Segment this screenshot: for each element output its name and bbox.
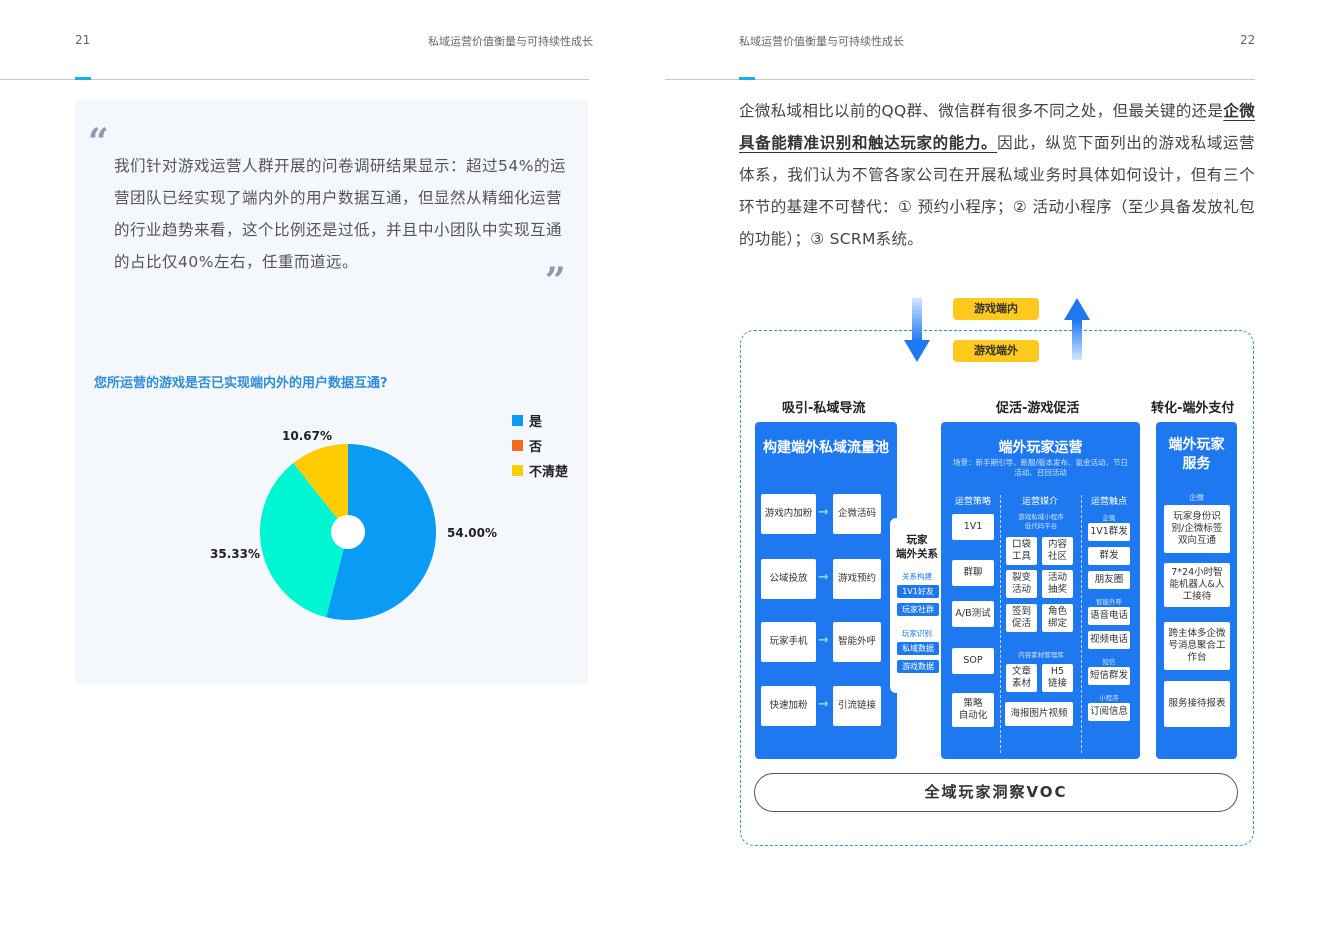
legend-label: 是: [529, 415, 543, 430]
strategy-item: 策略 自动化: [952, 693, 994, 727]
voc-banner: 全域玩家洞察VOC: [754, 773, 1238, 812]
media-item: 内容 社区: [1042, 537, 1073, 565]
legend-swatch: [512, 465, 523, 476]
pie-hole: [331, 515, 365, 549]
header-accent-left: [75, 77, 91, 80]
close-quote-icon: ”: [545, 260, 566, 302]
media-sub-library: 内容素材管理库: [1018, 651, 1064, 659]
touch-head: 运营触点: [1090, 497, 1127, 507]
right-arrow-icon: →: [818, 505, 829, 520]
running-header-left: 私域运营价值衡量与可持续性成长: [428, 35, 593, 48]
chart-legend: 是 否 不清楚: [512, 408, 568, 483]
right-arrow-icon: →: [818, 570, 829, 585]
divider: [1081, 495, 1082, 753]
media-item: H5 链接: [1042, 664, 1073, 692]
right-arrow-icon: →: [818, 697, 829, 712]
legend-label: 不清楚: [529, 465, 569, 480]
right-arrow-icon: →: [818, 633, 829, 648]
p1-source-box: 玩家手机: [761, 622, 816, 662]
page-number-right: 22: [1240, 33, 1256, 47]
col-head-activate: 促活-游戏促活: [996, 401, 1080, 416]
p1-tool-box: 引流链接: [833, 686, 881, 726]
touch-sub: 小程序: [1099, 694, 1119, 702]
down-arrow-icon: [904, 298, 930, 362]
btn-game-data: 游戏数据: [897, 660, 939, 673]
p1-tool-box: 企微活码: [833, 494, 881, 534]
relation-sub-identify: 玩家识别: [902, 629, 932, 638]
strategy-item: A/B测试: [952, 601, 994, 627]
media-head: 运营媒介: [1021, 497, 1058, 507]
btn-private-data: 私域数据: [897, 642, 939, 655]
p1-source-box: 公域投放: [761, 559, 816, 599]
media-item: 签到 促活: [1006, 604, 1037, 632]
p1-tool-box: 智能外呼: [833, 622, 881, 662]
tag-in-game: 游戏端内: [953, 298, 1039, 320]
page-number-left: 21: [75, 33, 91, 47]
panel-player-service-title: 端外玩家 服务: [1168, 437, 1225, 472]
touch-item: 订阅信息: [1088, 703, 1130, 721]
col-head-attract: 吸引-私域导流: [782, 401, 866, 416]
touch-item: 短信群发: [1088, 667, 1130, 685]
para-before: 企微私域相比以前的QQ群、微信群有很多不同之处，但最关键的还是: [739, 102, 1224, 120]
legend-swatch: [512, 415, 523, 426]
btn-player-group: 玩家社群: [897, 603, 939, 616]
strategy-head: 运营策略: [954, 497, 991, 507]
strategy-item: SOP: [952, 648, 994, 674]
media-item-poster: 海报图片视频: [1005, 702, 1073, 726]
service-item: 跨主体多企微号消息聚合工作台: [1164, 622, 1230, 670]
chart-question: 您所运营的游戏是否已实现端内外的用户数据互通?: [94, 376, 388, 391]
pie-label-yes: 54.00%: [447, 526, 497, 540]
media-item: 文章 素材: [1006, 664, 1037, 692]
legend-item-no: 否: [512, 433, 568, 458]
touch-item: 群发: [1088, 547, 1130, 565]
p1-source-box: 游戏内加粉: [761, 494, 816, 534]
strategy-item: 群聊: [952, 560, 994, 586]
body-paragraph: 企微私域相比以前的QQ群、微信群有很多不同之处，但最关键的还是企微具备能精准识别…: [739, 95, 1255, 255]
touch-item: 1V1群发: [1088, 523, 1130, 541]
running-header-right: 私域运营价值衡量与可持续性成长: [739, 35, 904, 48]
service-item: 服务接待报表: [1164, 681, 1230, 727]
legend-swatch: [512, 440, 523, 451]
pie-label-no: 35.33%: [210, 547, 260, 561]
touch-sub: 企微: [1102, 514, 1116, 522]
strategy-item: 1V1: [952, 514, 994, 540]
media-item: 裂变 活动: [1006, 570, 1037, 598]
touch-item: 朋友圈: [1088, 571, 1130, 589]
col-head-convert: 转化-端外支付: [1151, 401, 1235, 416]
legend-label: 否: [529, 440, 543, 455]
p1-source-box: 快速加粉: [761, 686, 816, 726]
pie-chart: [260, 444, 436, 620]
relation-sub-build: 关系构建: [902, 572, 932, 581]
touch-item: 语音电话: [1088, 607, 1130, 625]
pie-label-unsure: 10.67%: [282, 429, 332, 443]
panel-traffic-pool-title: 构建端外私域流量池: [763, 440, 889, 456]
legend-item-unsure: 不清楚: [512, 458, 568, 483]
quote-text: 我们针对游戏运营人群开展的问卷调研结果显示：超过54%的运营团队已经实现了端内外…: [114, 157, 566, 271]
service-item: 玩家身份识别/企微标签双向互通: [1164, 505, 1230, 553]
media-sub-lowcode: 游戏私域小程序 低代码平台: [1018, 513, 1064, 530]
touch-sub: 短信: [1102, 658, 1116, 666]
open-quote-icon: “: [88, 121, 109, 163]
media-item: 口袋 工具: [1006, 537, 1037, 565]
player-relation-title: 玩家 端外关系: [896, 534, 938, 560]
touch-sub: 智能外呼: [1096, 598, 1122, 606]
panel-player-ops-scene: 场景：新手期引导、新服/版本发布、氪金活动、节日活动、召回活动: [952, 458, 1129, 477]
divider: [1000, 495, 1001, 753]
p1-tool-box: 游戏预约: [833, 559, 881, 599]
touch-item: 视频电话: [1088, 631, 1130, 649]
tag-out-game: 游戏端外: [953, 340, 1039, 362]
legend-item-yes: 是: [512, 408, 568, 433]
btn-1v1-friend: 1V1好友: [897, 585, 939, 598]
header-accent-right: [739, 77, 755, 80]
panel-player-service-sub: 企微: [1189, 493, 1204, 502]
service-item: 7*24小时智能机器人&人工接待: [1164, 563, 1230, 607]
media-item: 角色 绑定: [1042, 604, 1073, 632]
up-arrow-icon: [1064, 298, 1090, 360]
media-item: 活动 抽奖: [1042, 570, 1073, 598]
panel-player-ops-title: 端外玩家运营: [998, 440, 1083, 456]
